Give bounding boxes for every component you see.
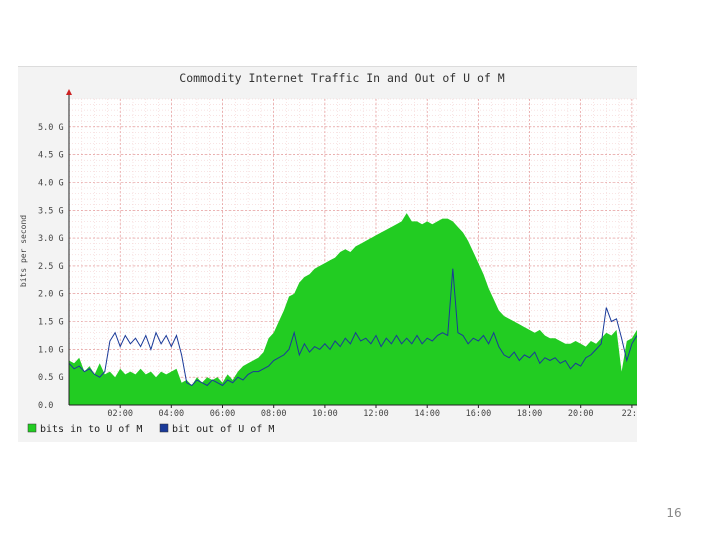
y-axis-arrow-icon: [66, 89, 72, 95]
x-tick-label: 16:00: [466, 409, 492, 419]
x-tick-labels: 02:00 04:00 06:00 08:00 10:00 12:00 14:00 16:00…: [107, 405, 637, 419]
y-tick-label: 1.5 G: [38, 318, 64, 328]
legend-label-out: bit out of U of M: [172, 424, 274, 435]
y-tick-label: 1.0 G: [38, 345, 64, 355]
y-axis-label: bits per second: [19, 215, 28, 287]
legend-label-in: bits in to U of M: [40, 424, 142, 435]
legend-swatch-in: [27, 423, 37, 433]
x-tick-label: 20:00: [568, 409, 594, 419]
x-tick-label: 10:00: [312, 409, 338, 419]
y-tick-label: 0.0: [38, 401, 53, 411]
traffic-chart-panel: 02:00 04:00 06:00 08:00 10:00 12:00 14:00 16:00…: [18, 66, 637, 442]
y-tick-label: 3.5 G: [38, 206, 64, 216]
x-tick-label: 02:00: [107, 409, 133, 419]
traffic-chart: 02:00 04:00 06:00 08:00 10:00 12:00 14:00 16:00…: [19, 71, 637, 435]
chart-title: Commodity Internet Traffic In and Out of…: [179, 71, 504, 85]
legend-swatch-out: [159, 423, 169, 433]
slide-number: 16: [666, 506, 682, 520]
y-tick-label: 3.0 G: [38, 234, 64, 244]
x-tick-label: 14:00: [414, 409, 440, 419]
y-tick-label: 4.5 G: [38, 151, 64, 161]
legend: bits in to U of M bit out of U of M: [27, 423, 274, 435]
y-tick-label: 4.0 G: [38, 179, 64, 189]
y-tick-label: 5.0 G: [38, 123, 64, 133]
x-tick-label: 22:0: [622, 409, 637, 419]
x-tick-label: 08:00: [261, 409, 287, 419]
y-tick-labels: 0.0 0.5 G 1.0 G 1.5 G 2.0 G 2.5 G 3.0 G 3.5 G 4.…: [38, 123, 64, 411]
x-tick-label: 04:00: [159, 409, 185, 419]
x-tick-label: 06:00: [210, 409, 236, 419]
y-tick-label: 2.0 G: [38, 290, 64, 300]
slide: 02:00 04:00 06:00 08:00 10:00 12:00 14:00 16:00…: [0, 0, 720, 540]
y-tick-label: 2.5 G: [38, 262, 64, 272]
x-tick-label: 18:00: [517, 409, 543, 419]
x-tick-label: 12:00: [363, 409, 389, 419]
y-tick-label: 0.5 G: [38, 373, 64, 383]
